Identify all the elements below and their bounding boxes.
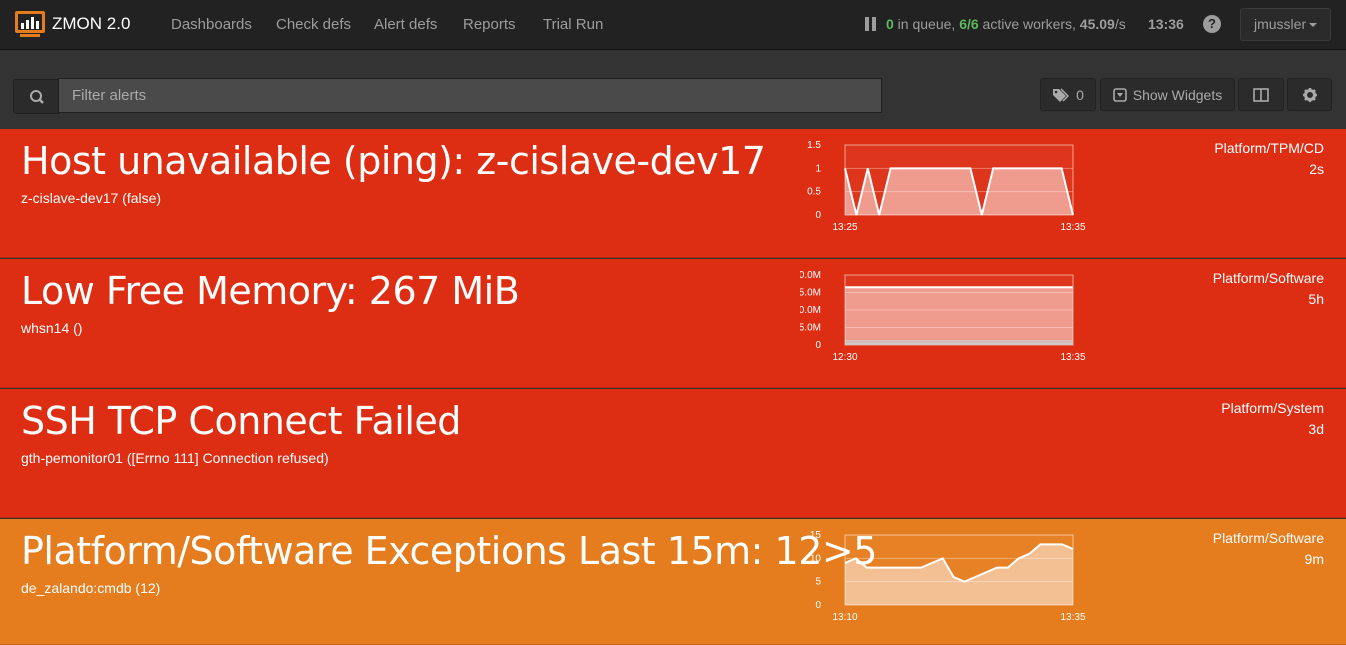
y-tick-label: 15.0M xyxy=(800,288,821,299)
alert-age: 3d xyxy=(1308,421,1324,437)
alert-title[interactable]: Low Free Memory: 267 MiB xyxy=(21,269,520,313)
show-widgets-button[interactable]: Show Widgets xyxy=(1100,78,1235,111)
queue-count: 0 xyxy=(886,16,894,32)
y-tick-label: 0.5 xyxy=(807,187,821,198)
alert-entity: whsn14 () xyxy=(21,320,83,336)
tags-count: 0 xyxy=(1076,86,1084,103)
user-name: jmussler xyxy=(1254,16,1307,32)
nav-alert-defs[interactable]: Alert defs xyxy=(374,16,437,33)
alert-team: Platform/System xyxy=(1221,400,1324,416)
y-tick-label: 10.0M xyxy=(800,305,821,316)
workers-text: active workers, xyxy=(978,16,1080,32)
alert-title[interactable]: Host unavailable (ping): z-cislave-dev17 xyxy=(21,139,766,183)
alert-entity: de_zalando:cmdb (12) xyxy=(21,580,161,596)
y-tick-label: 1.5 xyxy=(807,140,821,151)
alert-card[interactable]: Low Free Memory: 267 MiB whsn14 () Platf… xyxy=(0,259,1346,388)
alert-card[interactable]: SSH TCP Connect Failed gth-pemonitor01 (… xyxy=(0,389,1346,518)
alert-team: Platform/TPM/CD xyxy=(1214,140,1324,156)
y-tick-label: 20.0M xyxy=(800,270,821,281)
alert-team: Platform/Software xyxy=(1212,270,1324,286)
alert-entity: gth-pemonitor01 ([Errno 111] Connection … xyxy=(21,450,329,466)
worker-status: 0 in queue, 6/6 active workers, 45.09 /s xyxy=(865,16,1126,32)
tags-icon xyxy=(1053,87,1070,102)
top-navbar: ZMON 2.0 Dashboards Check defs Alert def… xyxy=(0,0,1346,50)
search-icon xyxy=(30,90,44,104)
x-tick-label: 13:35 xyxy=(1060,352,1085,363)
clock: 13:36 xyxy=(1148,16,1184,32)
rate-unit: /s xyxy=(1114,16,1126,32)
pause-icon[interactable] xyxy=(865,17,877,31)
alert-toolbar: 0 Show Widgets xyxy=(0,51,1346,129)
y-tick-label: 0 xyxy=(815,210,821,221)
help-icon[interactable]: ? xyxy=(1203,15,1221,33)
alert-card[interactable]: Host unavailable (ping): z-cislave-dev17… xyxy=(0,129,1346,258)
alert-sparkline-chart: 1.5 1 0.5 0 13:25 13:35 xyxy=(807,140,1086,233)
filter-alerts-input[interactable] xyxy=(58,78,882,113)
y-tick-label: 5.0M xyxy=(800,323,821,334)
y-tick-label: 10 xyxy=(810,553,822,564)
chevron-down-icon xyxy=(1309,23,1318,28)
x-tick-label: 13:35 xyxy=(1060,222,1085,233)
y-tick-label: 0 xyxy=(815,600,821,611)
settings-button[interactable] xyxy=(1287,78,1332,111)
y-tick-label: 15 xyxy=(810,530,822,541)
x-tick-label: 13:10 xyxy=(832,612,857,623)
alert-age: 5h xyxy=(1308,291,1324,307)
tags-button[interactable]: 0 xyxy=(1040,78,1096,111)
workers-count: 6/6 xyxy=(959,16,979,32)
x-tick-label: 13:25 xyxy=(832,222,857,233)
alert-sparkline-chart: 20.0M 15.0M 10.0M 5.0M 0 12:30 13:35 xyxy=(800,270,1086,363)
columns-icon xyxy=(1253,87,1269,102)
x-tick-label: 13:35 xyxy=(1060,612,1085,623)
layout-columns-button[interactable] xyxy=(1238,78,1284,111)
nav-dashboards[interactable]: Dashboards xyxy=(171,16,252,33)
zmon-logo-icon xyxy=(15,11,45,37)
nav-trial-run[interactable]: Trial Run xyxy=(543,16,603,33)
y-tick-label: 1 xyxy=(815,163,821,174)
alert-title[interactable]: SSH TCP Connect Failed xyxy=(21,399,461,443)
alert-entity: z-cislave-dev17 (false) xyxy=(21,190,162,206)
nav-reports[interactable]: Reports xyxy=(463,16,516,33)
y-tick-label: 5 xyxy=(815,577,821,588)
alert-age: 9m xyxy=(1304,551,1324,567)
alert-age: 2s xyxy=(1309,161,1324,177)
rate-value: 45.09 xyxy=(1079,16,1115,32)
alert-sparkline-chart: 15 10 5 0 13:10 13:35 xyxy=(810,530,1086,623)
widgets-toggle-icon xyxy=(1112,87,1127,102)
alert-team: Platform/Software xyxy=(1212,530,1324,546)
alert-card[interactable]: Platform/Software Exceptions Last 15m: 1… xyxy=(0,519,1346,645)
brand[interactable]: ZMON 2.0 xyxy=(14,9,130,39)
queue-text: in queue, xyxy=(893,16,960,32)
search-button[interactable] xyxy=(13,79,59,114)
x-tick-label: 12:30 xyxy=(832,352,857,363)
series-area xyxy=(845,287,1073,345)
nav-check-defs[interactable]: Check defs xyxy=(276,16,351,33)
show-widgets-label: Show Widgets xyxy=(1132,86,1223,103)
alert-title[interactable]: Platform/Software Exceptions Last 15m: 1… xyxy=(21,529,877,573)
y-tick-label: 0 xyxy=(815,340,821,351)
gear-icon xyxy=(1302,87,1317,102)
app-title: ZMON 2.0 xyxy=(52,14,131,33)
user-menu-button[interactable]: jmussler xyxy=(1240,8,1331,41)
